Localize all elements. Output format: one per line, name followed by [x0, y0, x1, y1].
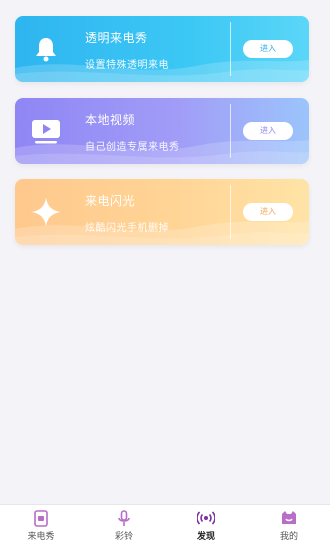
tab-label: 彩铃: [114, 532, 133, 542]
card-divider: [230, 185, 231, 239]
tab-discover[interactable]: 发现: [176, 509, 236, 547]
tab-ringtone[interactable]: 彩铃: [94, 509, 154, 547]
bell-icon: [29, 32, 63, 66]
transparent-call-card[interactable]: 透明来电秀 设置特殊透明来电 进入: [15, 16, 309, 82]
card-subtitle: 自己创造专属来电秀: [85, 142, 180, 153]
tab-label: 我的: [279, 532, 298, 542]
card-divider: [230, 104, 231, 158]
bottom-tab-bar: 来电秀 彩铃 发现 我的: [0, 504, 330, 551]
tab-label: 来电秀: [27, 532, 55, 542]
card-subtitle: 设置特殊透明来电: [85, 60, 169, 71]
local-video-card[interactable]: 本地视频 自己创造专属来电秀 进入: [15, 98, 309, 164]
tab-call-show[interactable]: 来电秀: [11, 509, 71, 547]
tab-mine[interactable]: 我的: [259, 509, 319, 547]
card-title: 本地视频: [85, 113, 136, 127]
enter-button[interactable]: 进入: [243, 40, 293, 58]
sparkle-icon: [29, 195, 63, 229]
card-subtitle: 炫酷闪光手机删掉: [85, 223, 169, 234]
video-play-icon: [29, 114, 63, 148]
smile-bag-icon: [280, 509, 298, 527]
card-divider: [230, 22, 231, 76]
enter-button[interactable]: 进入: [243, 203, 293, 221]
enter-button[interactable]: 进入: [243, 122, 293, 140]
tab-label: 发现: [196, 532, 215, 542]
microphone-icon: [115, 509, 133, 527]
card-title: 透明来电秀: [85, 31, 148, 45]
card-title: 来电闪光: [85, 194, 136, 208]
phone-icon: [32, 509, 50, 527]
call-flash-card[interactable]: 来电闪光 炫酷闪光手机删掉 进入: [15, 179, 309, 245]
broadcast-icon: [197, 509, 215, 527]
